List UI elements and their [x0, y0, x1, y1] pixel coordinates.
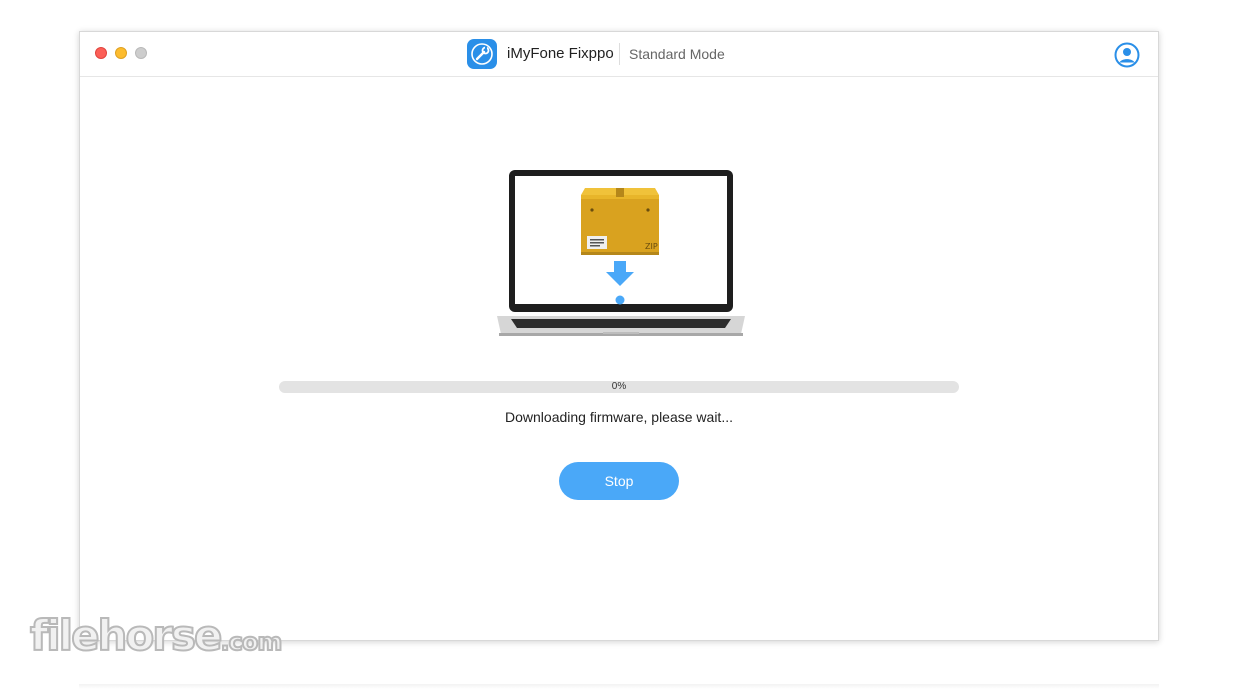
app-title: iMyFone Fixppo [507, 45, 614, 62]
user-account-icon[interactable] [1114, 42, 1140, 68]
zoom-window-button[interactable] [135, 47, 147, 59]
filehorse-watermark: filehorse.com [29, 611, 283, 662]
app-window: iMyFone Fixppo Standard Mode ZIP 0% Down… [79, 31, 1159, 641]
mode-label: Standard Mode [629, 46, 725, 62]
wrench-app-icon [467, 39, 497, 69]
zip-box-icon: ZIP [581, 188, 659, 255]
watermark-suffix: .com [220, 627, 284, 657]
minimize-window-button[interactable] [115, 47, 127, 59]
watermark-brand: filehorse [29, 611, 224, 661]
zip-label: ZIP [645, 242, 658, 251]
close-window-button[interactable] [95, 47, 107, 59]
watermark-logo: filehorse.com [29, 611, 284, 666]
stop-button[interactable]: Stop [559, 462, 679, 500]
title-bar: iMyFone Fixppo Standard Mode [80, 32, 1158, 77]
status-message: Downloading firmware, please wait... [505, 409, 733, 425]
title-divider [619, 43, 620, 65]
firmware-download-illustration: ZIP [495, 168, 747, 343]
window-reflection [79, 684, 1159, 689]
progress-percent: 0% [611, 381, 627, 392]
